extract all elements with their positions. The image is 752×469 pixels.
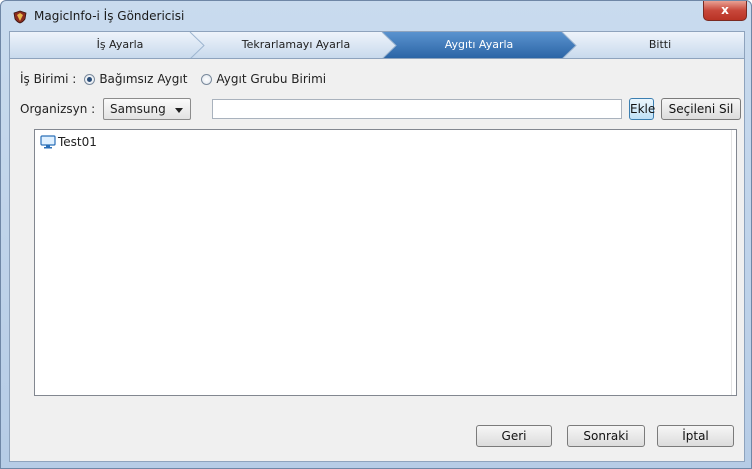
- app-shield-icon: [13, 10, 27, 24]
- organization-select-value: Samsung: [110, 102, 166, 116]
- step-is-ayarla: İş Ayarla: [96, 38, 144, 51]
- chevron-down-icon: [175, 108, 183, 113]
- organization-select[interactable]: Samsung: [103, 98, 191, 120]
- title-bar: MagicInfo-i İş Göndericisi x: [1, 1, 751, 31]
- organization-label: Organizsyn :: [20, 102, 96, 116]
- step-bitti: Bitti: [648, 38, 672, 51]
- wizard-steps: İş Ayarla Tekrarlamayı Ayarla Aygıtı Aya…: [10, 32, 744, 59]
- device-list[interactable]: Test01: [34, 129, 737, 396]
- close-icon: x: [721, 3, 729, 17]
- unit-row: İş Birimi : Bağımsız Aygıt Aygıt Grubu B…: [20, 71, 326, 87]
- window-title: MagicInfo-i İş Göndericisi: [34, 9, 185, 23]
- list-item[interactable]: Test01: [40, 134, 97, 150]
- radio-independent-device[interactable]: [84, 73, 96, 85]
- monitor-icon: [40, 135, 56, 149]
- close-button[interactable]: x: [703, 1, 747, 21]
- radio-independent-label: Bağımsız Aygıt: [99, 72, 188, 86]
- app-window: MagicInfo-i İş Göndericisi x İş Ayarla T…: [0, 0, 752, 469]
- device-name: Test01: [58, 135, 97, 149]
- radio-device-group[interactable]: [201, 73, 213, 85]
- back-button[interactable]: Geri: [476, 425, 552, 447]
- unit-label: İş Birimi :: [20, 72, 77, 86]
- list-scroll-divider: [731, 130, 732, 395]
- step-aygit-ayarla: Aygıtı Ayarla: [444, 38, 514, 51]
- next-button[interactable]: Sonraki: [567, 425, 645, 447]
- radio-group-label: Aygıt Grubu Birimi: [216, 72, 327, 86]
- remove-selected-button[interactable]: Seçileni Sil: [661, 98, 741, 120]
- wizard-panel: İş Ayarla Tekrarlamayı Ayarla Aygıtı Aya…: [9, 31, 745, 462]
- add-button[interactable]: Ekle: [629, 98, 655, 120]
- device-search-input[interactable]: [212, 99, 622, 119]
- cancel-button[interactable]: İptal: [657, 425, 734, 447]
- step-tekrarlama: Tekrarlamayı Ayarla: [241, 38, 351, 51]
